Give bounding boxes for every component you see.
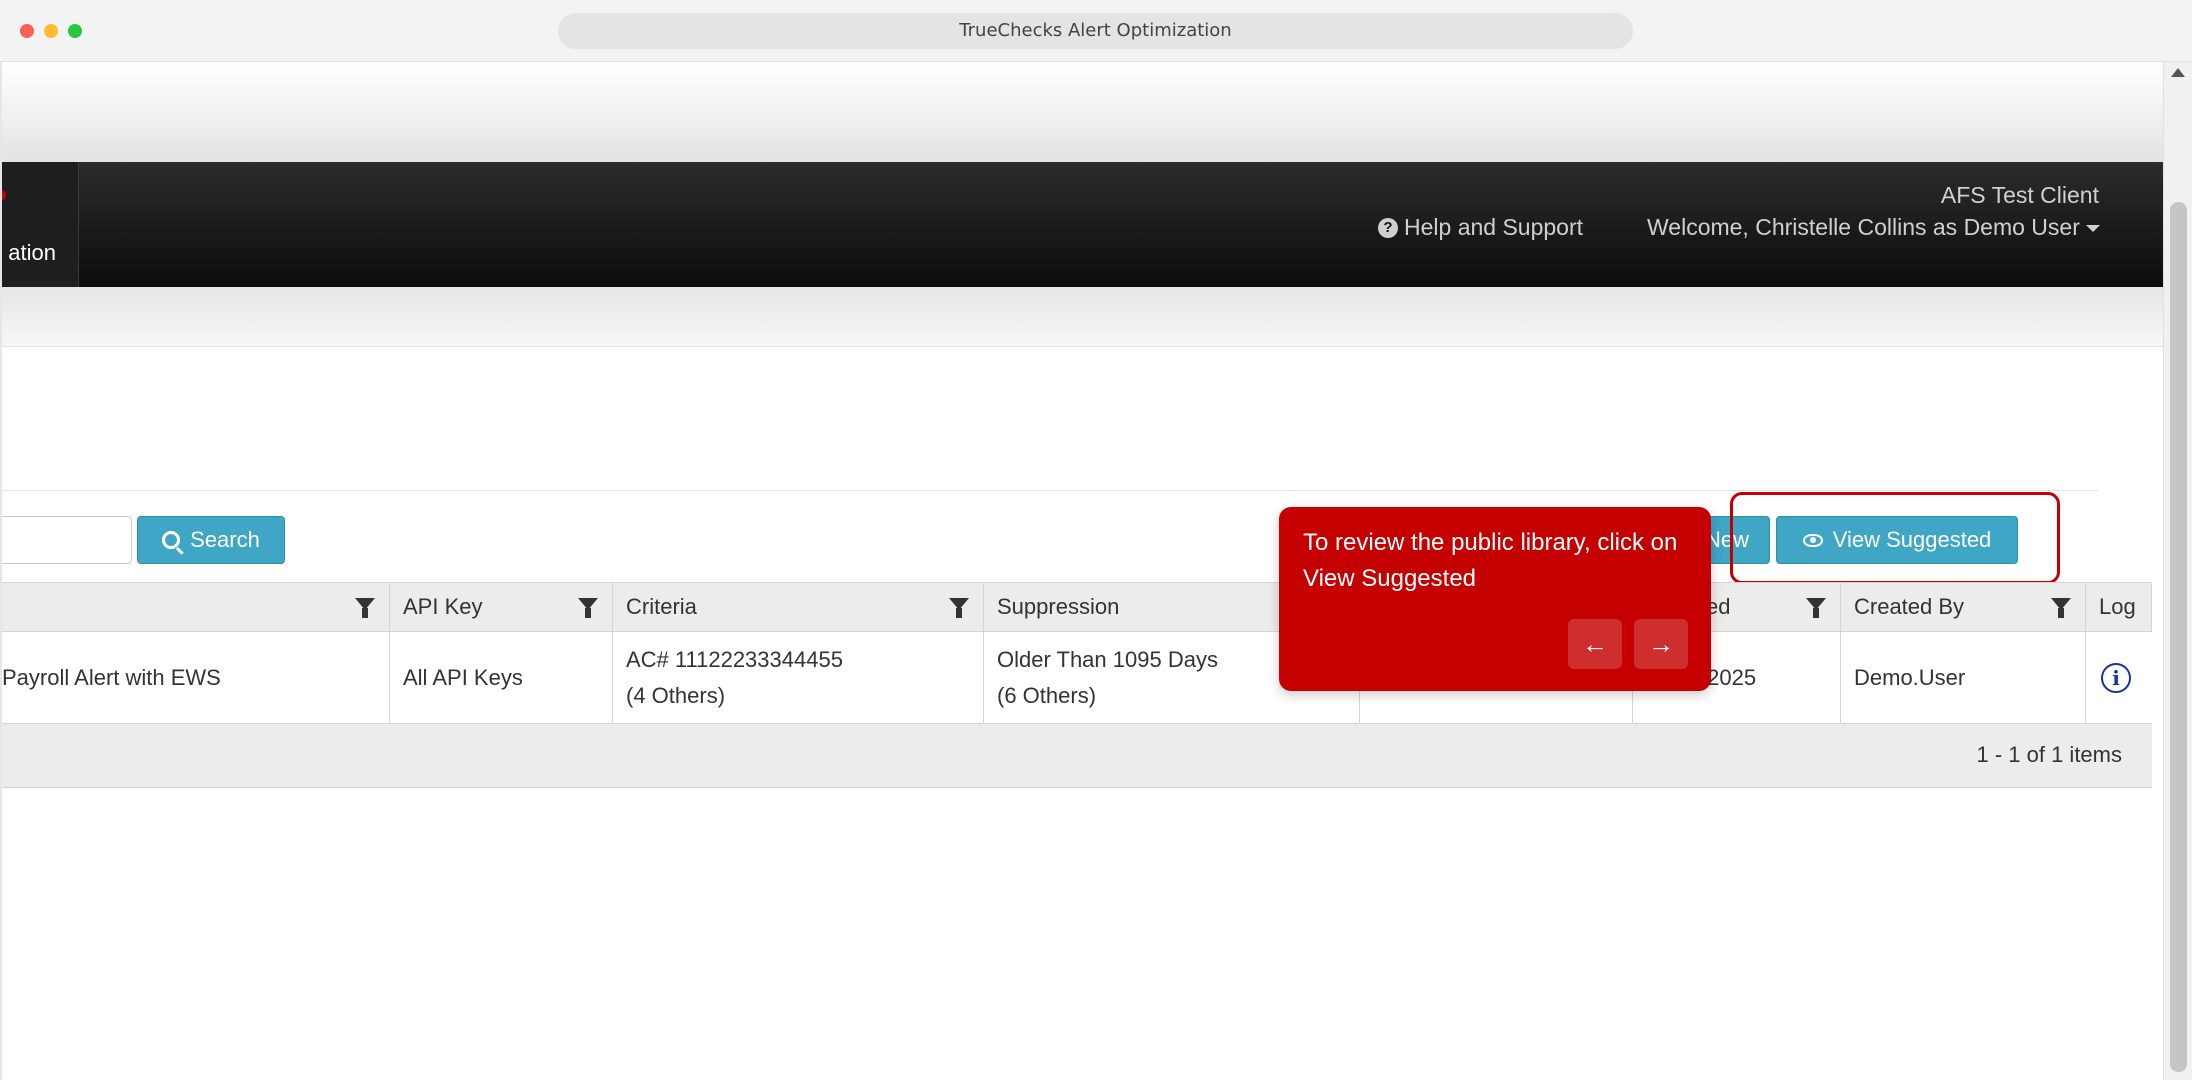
grid-header: API Key Criteria Suppression ed Created … <box>2 582 2152 632</box>
user-menu-toggle[interactable]: Welcome, Christelle Collins as Demo User <box>1647 214 2100 241</box>
info-icon[interactable]: i <box>2101 662 2131 693</box>
scroll-up-arrow-icon[interactable] <box>2171 68 2185 77</box>
help-and-support-label: Help and Support <box>1404 214 1584 240</box>
brand-mark-icon <box>2 190 6 200</box>
cell-name: Payroll Alert with EWS <box>2 632 390 723</box>
search-button[interactable]: Search <box>137 516 285 564</box>
top-banner <box>2 62 2163 162</box>
tour-next-button[interactable]: → <box>1634 619 1688 669</box>
filter-icon[interactable] <box>2051 598 2071 618</box>
sub-banner <box>2 287 2163 347</box>
search-button-label: Search <box>190 527 260 552</box>
filter-icon[interactable] <box>1806 598 1826 618</box>
minimize-window-button[interactable] <box>44 24 58 38</box>
column-header-criteria[interactable]: Criteria <box>613 583 984 631</box>
navbar: ation AFS Test Client ? Help and Support… <box>2 162 2163 287</box>
help-and-support-link[interactable]: ? Help and Support <box>1378 214 1583 241</box>
scrollbar-thumb[interactable] <box>2170 202 2187 1072</box>
cell-criteria: AC# 11122233344455 (4 Others) <box>613 632 984 723</box>
cell-log: i <box>2086 632 2152 723</box>
view-suggested-button[interactable]: View Suggested <box>1776 516 2018 564</box>
grid-footer: 1 - 1 of 1 items <box>2 724 2152 788</box>
brand-text: ation <box>8 240 56 265</box>
eye-icon <box>1802 533 1823 547</box>
column-header-api-key[interactable]: API Key <box>390 583 613 631</box>
pager-info: 1 - 1 of 1 items <box>1976 742 2122 767</box>
caret-down-icon <box>2085 225 2100 233</box>
question-circle-icon: ? <box>1378 217 1398 238</box>
page-content: ation AFS Test Client ? Help and Support… <box>0 62 2163 1080</box>
close-window-button[interactable] <box>20 24 34 38</box>
search-icon <box>162 531 181 549</box>
tour-previous-button[interactable]: ← <box>1568 619 1622 669</box>
search-input[interactable] <box>2 516 132 564</box>
cell-api-key: All API Keys <box>390 632 613 723</box>
window-title: TrueChecks Alert Optimization <box>558 13 1633 49</box>
window-titlebar: TrueChecks Alert Optimization <box>0 0 2192 62</box>
tour-tooltip: To review the public library, click on V… <box>1279 507 1711 691</box>
tour-tooltip-text: To review the public library, click on V… <box>1303 529 1678 592</box>
filter-icon[interactable] <box>355 598 375 618</box>
vertical-scrollbar[interactable] <box>2163 62 2192 1080</box>
view-suggested-label: View Suggested <box>1832 527 1992 552</box>
brand-logo[interactable]: ation <box>2 162 79 287</box>
section-divider <box>2 490 2098 491</box>
welcome-label: Welcome, Christelle Collins as Demo User <box>1647 214 2080 240</box>
maximize-window-button[interactable] <box>68 24 82 38</box>
column-header-created-by[interactable]: Created By <box>1841 583 2086 631</box>
filter-icon[interactable] <box>578 598 598 618</box>
filter-icon[interactable] <box>949 598 969 618</box>
column-header-log[interactable]: Log <box>2086 583 2152 631</box>
table-row[interactable]: Payroll Alert with EWS All API Keys AC# … <box>2 632 2152 724</box>
column-header-name[interactable] <box>2 583 390 631</box>
cell-created-by: Demo.User <box>1841 632 2086 723</box>
client-name: AFS Test Client <box>1940 182 2099 208</box>
